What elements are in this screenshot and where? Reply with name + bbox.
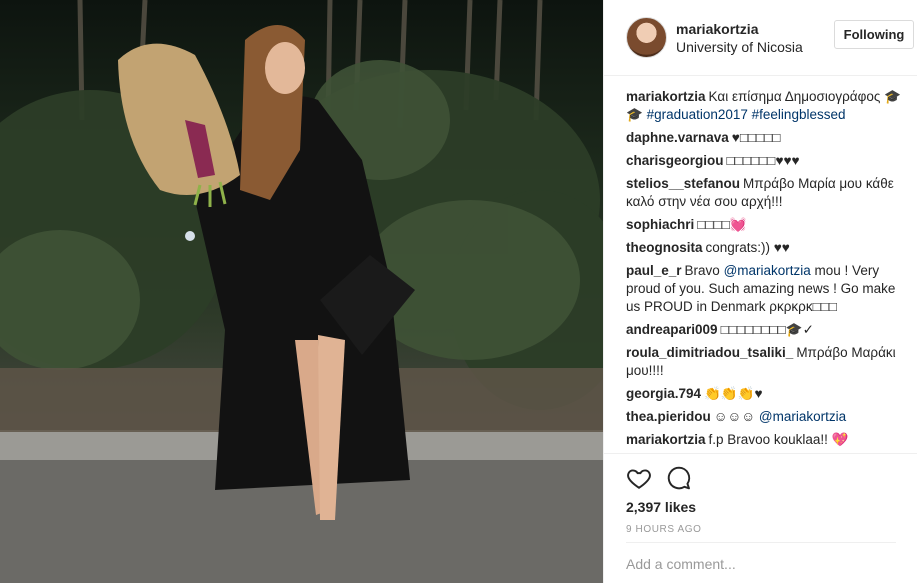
comment-username[interactable]: mariakortzia xyxy=(626,432,706,447)
heart-outline-icon[interactable] xyxy=(626,465,652,491)
instagram-post: mariakortzia University of Nicosia Follo… xyxy=(0,0,917,583)
avatar[interactable] xyxy=(626,17,667,58)
comment-item: mariakortzia f.p Bravoo kouklaa!! 💖 xyxy=(626,431,904,449)
comment-username[interactable]: thea.pieridou xyxy=(626,409,711,424)
comment-username[interactable]: paul_e_r xyxy=(626,263,682,278)
comment-username[interactable]: stelios__stefanou xyxy=(626,176,740,191)
comment-text: ☺☺☺ xyxy=(713,409,759,424)
post-side-panel: mariakortzia University of Nicosia Follo… xyxy=(603,0,917,583)
comment-username[interactable]: georgia.794 xyxy=(626,386,701,401)
comment-text: Bravo xyxy=(684,263,724,278)
likes-count[interactable]: 2,397 likes xyxy=(626,499,696,515)
comment-text: congrats:)) ♥♥ xyxy=(705,240,790,255)
comment-item: sophiachri □□□□💓 xyxy=(626,216,904,234)
comment-username[interactable]: charisgeorgiou xyxy=(626,153,724,168)
comment-username[interactable]: theognosita xyxy=(626,240,703,255)
post-header: mariakortzia University of Nicosia Follo… xyxy=(604,0,917,76)
speech-bubble-icon[interactable] xyxy=(666,465,692,491)
following-button[interactable]: Following xyxy=(834,20,914,49)
comment-item: daphne.varnava ♥□□□□□ xyxy=(626,129,904,147)
comments-list[interactable]: mariakortzia Και επίσημα Δημοσιογράφος 🎓🎓… xyxy=(604,76,917,453)
comment-item: theognosita congrats:)) ♥♥ xyxy=(626,239,904,257)
post-timestamp[interactable]: 9 HOURS AGO xyxy=(626,524,702,535)
comment-text: ♥□□□□□ xyxy=(731,130,781,145)
graduation-photo-illustration xyxy=(0,0,603,583)
header-text: mariakortzia University of Nicosia xyxy=(676,20,803,56)
comment-text: f.p Bravoo kouklaa!! 💖 xyxy=(708,432,849,447)
comment-item: thea.pieridou ☺☺☺ @mariakortzia xyxy=(626,408,904,426)
comment-username[interactable]: mariakortzia xyxy=(626,89,706,104)
add-comment-input[interactable] xyxy=(626,555,896,572)
header-location[interactable]: University of Nicosia xyxy=(676,38,803,56)
post-photo[interactable] xyxy=(0,0,603,583)
comment-username[interactable]: daphne.varnava xyxy=(626,130,729,145)
comment-text: 👏👏👏♥ xyxy=(704,386,763,401)
post-actions: 2,397 likes 9 HOURS AGO xyxy=(604,453,917,583)
comment-hashtags[interactable]: #graduation2017 #feelingblessed xyxy=(643,107,846,122)
comment-text: □□□□□□□□🎓✓ xyxy=(720,322,814,337)
comment-item: andreapari009 □□□□□□□□🎓✓ xyxy=(626,321,904,339)
comment-mention[interactable]: @mariakortzia xyxy=(759,409,846,424)
comment-item: mariakortzia Και επίσημα Δημοσιογράφος 🎓🎓… xyxy=(626,88,904,124)
comment-text: □□□□💓 xyxy=(697,217,747,232)
comment-text: □□□□□□♥♥♥ xyxy=(726,153,800,168)
header-username[interactable]: mariakortzia xyxy=(676,20,803,38)
comment-mention[interactable]: @mariakortzia xyxy=(724,263,811,278)
comment-item: paul_e_r Bravo @mariakortzia mou ! Very p… xyxy=(626,262,904,316)
add-comment-area xyxy=(626,542,896,583)
comment-username[interactable]: roula_dimitriadou_tsaliki_ xyxy=(626,345,793,360)
action-icons xyxy=(626,465,692,491)
comment-username[interactable]: sophiachri xyxy=(626,217,694,232)
comment-item: roula_dimitriadou_tsaliki_ Μπράβο Μαράκι … xyxy=(626,344,904,380)
comment-item: stelios__stefanou Μπράβο Μαρία μου κάθε κ… xyxy=(626,175,904,211)
comment-item: charisgeorgiou □□□□□□♥♥♥ xyxy=(626,152,904,170)
comment-username[interactable]: andreapari009 xyxy=(626,322,718,337)
comment-item: georgia.794 👏👏👏♥ xyxy=(626,385,904,403)
